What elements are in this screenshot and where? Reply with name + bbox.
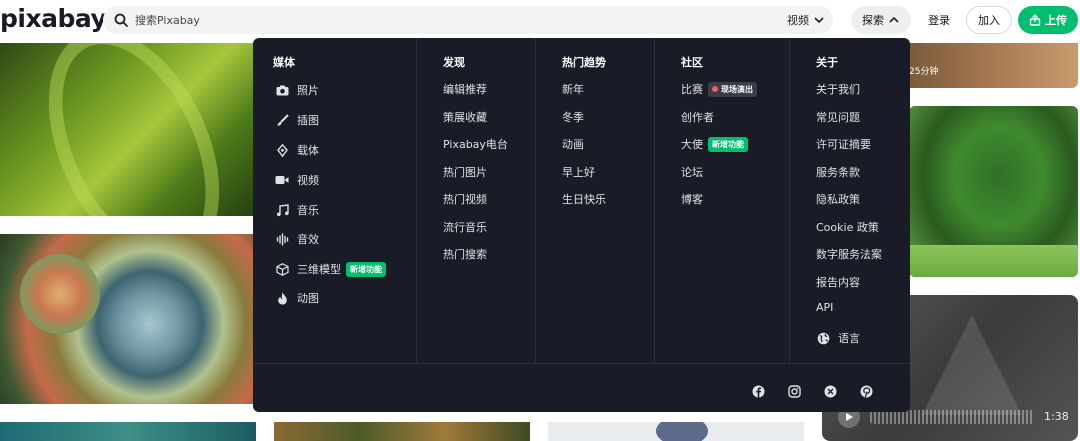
menu-item-3d-models[interactable]: 三维模型 新增功能 — [275, 261, 386, 277]
bottom-photo-3[interactable] — [548, 422, 804, 441]
succulent-photo[interactable] — [0, 234, 256, 404]
menu-item-ambassadors[interactable]: 大使 新增功能 — [681, 136, 748, 152]
menu-item-challenges[interactable]: 比赛 现场演出 — [681, 81, 757, 97]
menu-item-editors-choice[interactable]: 编辑推荐 — [443, 81, 487, 97]
search-input[interactable] — [135, 10, 735, 30]
flame-icon — [275, 291, 289, 305]
menu-item-dsa[interactable]: 数字服务法案 — [816, 246, 882, 262]
live-dot-icon — [712, 86, 718, 92]
community-column: 社区 比赛 现场演出 创作者 大使 新增功能 论坛 博客 — [655, 38, 790, 363]
video-time: 1:38 — [1044, 410, 1069, 423]
menu-item-music[interactable]: 音乐 — [275, 202, 319, 218]
language-selector[interactable]: 语言 — [816, 330, 860, 346]
menu-item-popular-music[interactable]: 流行音乐 — [443, 219, 487, 235]
menu-item-illustrations[interactable]: 插图 — [275, 112, 319, 128]
menu-item-good-morning[interactable]: 早上好 — [562, 164, 595, 180]
community-heading: 社区 — [681, 56, 703, 69]
about-column: 关于 关于我们 常见问题 许可证摘要 服务条款 隐私政策 Cookie 政策 数… — [790, 38, 910, 363]
join-button[interactable]: 加入 — [966, 6, 1012, 34]
explore-mega-menu: 媒体 照片 插图 载体 视频 音乐 音效 三维模型 新增功能 动图 发现 编辑推… — [253, 38, 910, 412]
menu-item-sound-effects[interactable]: 音效 — [275, 231, 319, 247]
new-feature-badge: 新增功能 — [346, 261, 386, 277]
media-column: 媒体 照片 插图 载体 视频 音乐 音效 三维模型 新增功能 动图 — [253, 38, 417, 363]
chevron-down-icon — [814, 17, 824, 24]
play-icon — [846, 413, 853, 421]
pen-nib-icon — [275, 143, 289, 157]
search-bar[interactable]: 视频 — [103, 6, 833, 34]
brush-icon — [275, 113, 289, 127]
menu-item-happy-birthday[interactable]: 生日快乐 — [562, 191, 606, 207]
menu-item-new-year[interactable]: 新年 — [562, 81, 584, 97]
explore-button[interactable]: 探索 — [851, 6, 911, 34]
menu-item-popular-images[interactable]: 热门图片 — [443, 164, 487, 180]
music-note-icon — [275, 203, 289, 217]
pinterest-icon[interactable] — [859, 384, 873, 398]
menu-item-videos[interactable]: 视频 — [275, 172, 319, 188]
menu-item-faq[interactable]: 常见问题 — [816, 109, 860, 125]
media-type-dropdown[interactable]: 视频 — [787, 12, 825, 28]
pixabay-logo[interactable]: pixabay — [0, 4, 107, 33]
menu-item-forum[interactable]: 论坛 — [681, 164, 703, 180]
menu-item-creators[interactable]: 创作者 — [681, 109, 714, 125]
menu-item-privacy[interactable]: 隐私政策 — [816, 191, 860, 207]
menu-item-blog[interactable]: 博客 — [681, 191, 703, 207]
menu-item-gifs[interactable]: 动图 — [275, 290, 319, 306]
menu-item-popular-videos[interactable]: 热门视频 — [443, 191, 487, 207]
about-heading: 关于 — [816, 56, 838, 69]
video-duration: 25分钟 — [909, 67, 939, 77]
trending-heading: 热门趋势 — [562, 56, 606, 69]
live-badge: 现场演出 — [708, 81, 757, 97]
media-heading: 媒体 — [273, 56, 295, 69]
fern-photo[interactable] — [0, 43, 256, 216]
menu-item-terms[interactable]: 服务条款 — [816, 164, 860, 180]
menu-item-curated-collections[interactable]: 策展收藏 — [443, 109, 487, 125]
login-button[interactable]: 登录 — [922, 6, 956, 34]
menu-divider — [253, 363, 910, 364]
bottom-photo-1[interactable] — [0, 422, 256, 441]
menu-item-license-summary[interactable]: 许可证摘要 — [816, 136, 871, 152]
audio-waveform[interactable] — [870, 410, 1034, 424]
new-feature-badge: 新增功能 — [708, 136, 748, 152]
tree-photo[interactable] — [909, 106, 1078, 277]
upload-label: 上传 — [1045, 14, 1067, 27]
peacock-photo[interactable] — [274, 422, 530, 441]
menu-item-photos[interactable]: 照片 — [275, 82, 319, 98]
sound-wave-icon — [275, 232, 289, 246]
search-icon — [114, 13, 128, 27]
menu-item-animation[interactable]: 动画 — [562, 136, 584, 152]
upload-icon — [1029, 14, 1041, 26]
media-type-label: 视频 — [787, 14, 809, 27]
menu-item-cookie-policy[interactable]: Cookie 政策 — [816, 219, 879, 235]
globe-icon — [816, 331, 830, 345]
trending-column: 热门趋势 新年 冬季 动画 早上好 生日快乐 — [536, 38, 655, 363]
cube-icon — [275, 262, 289, 276]
explore-label: 探索 — [862, 14, 884, 27]
menu-item-api[interactable]: API — [816, 301, 833, 314]
menu-item-report-content[interactable]: 报告内容 — [816, 274, 860, 290]
menu-item-vectors[interactable]: 载体 — [275, 142, 319, 158]
top-right-video-thumb[interactable]: 25分钟 — [909, 43, 1078, 88]
menu-item-about-us[interactable]: 关于我们 — [816, 81, 860, 97]
instagram-icon[interactable] — [787, 384, 801, 398]
video-camera-icon — [275, 173, 289, 187]
top-header: pixabay 视频 探索 登录 加入 上传 — [0, 0, 1080, 40]
upload-button[interactable]: 上传 — [1018, 6, 1078, 34]
menu-item-winter[interactable]: 冬季 — [562, 109, 584, 125]
menu-item-popular-searches[interactable]: 热门搜索 — [443, 246, 487, 262]
facebook-icon[interactable] — [751, 384, 765, 398]
discover-heading: 发现 — [443, 56, 465, 69]
camera-icon — [275, 83, 289, 97]
x-icon[interactable] — [823, 384, 837, 398]
discover-column: 发现 编辑推荐 策展收藏 Pixabay电台 热门图片 热门视频 流行音乐 热门… — [417, 38, 536, 363]
menu-item-pixabay-radio[interactable]: Pixabay电台 — [443, 136, 508, 152]
chevron-up-icon — [889, 16, 899, 23]
